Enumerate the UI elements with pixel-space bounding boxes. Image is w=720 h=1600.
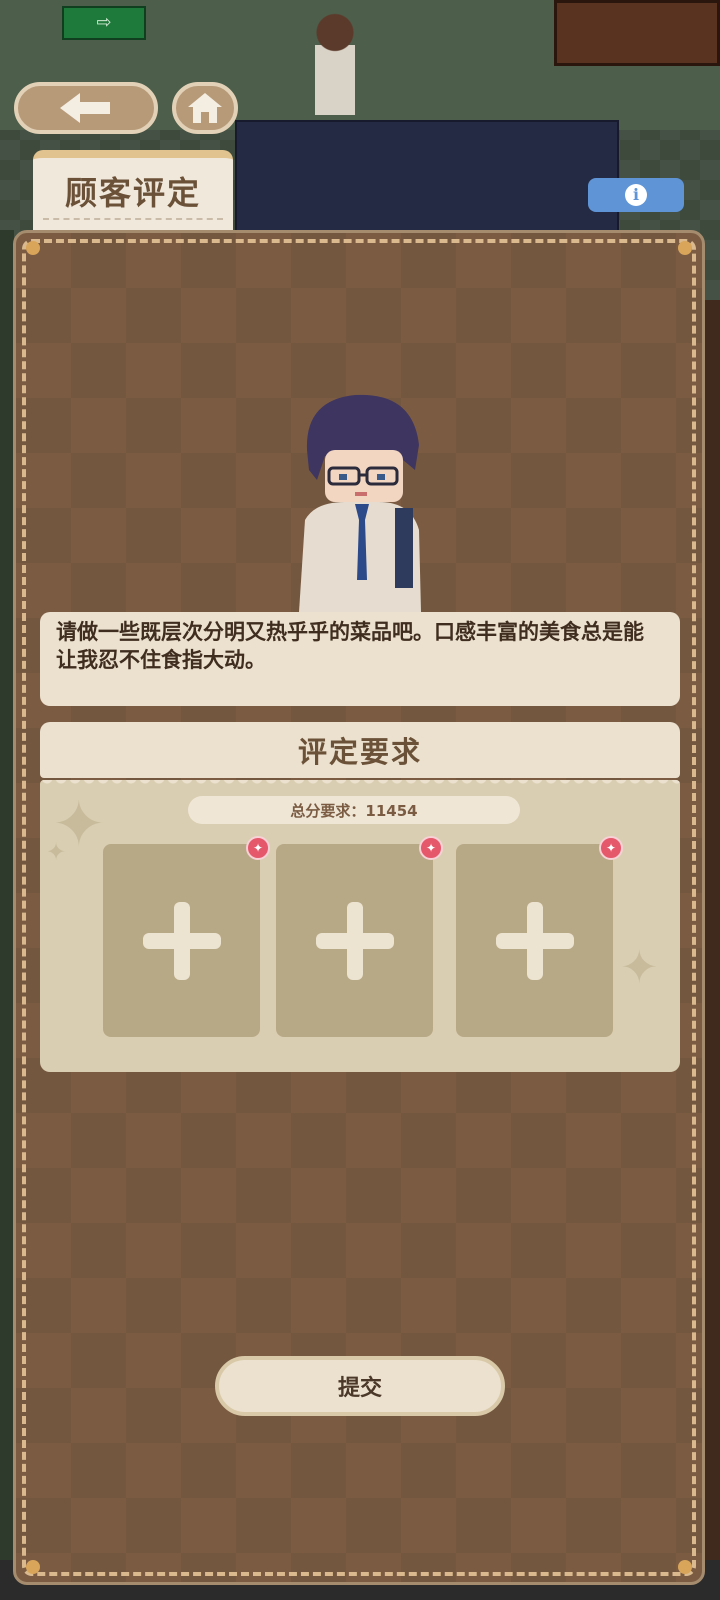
submit-button[interactable]: 提交: [215, 1356, 505, 1416]
info-icon: i: [625, 184, 647, 206]
customer-character-sprite: [299, 394, 421, 612]
corner-rivet: [26, 241, 40, 255]
sparkle-icon: ✦: [620, 940, 659, 994]
title-divider: [43, 218, 223, 220]
info-button[interactable]: i: [588, 178, 684, 212]
corner-rivet: [26, 1560, 40, 1574]
customer-dialogue: 请做一些既层次分明又热乎乎的菜品吧。口感丰富的美食总是能让我忍不住食指大动。: [40, 612, 680, 706]
dish-slot[interactable]: [456, 844, 613, 1037]
scene-rug: [235, 120, 619, 234]
scene-npc-sprite: [300, 0, 370, 130]
arrow-left-icon: [60, 93, 110, 123]
requirements-box: ✦ ✦ ✦ 总分要求：11454 ✦ ✦ ✦: [40, 780, 680, 1072]
scene-left-edge: [0, 230, 14, 1570]
dish-slot[interactable]: [103, 844, 260, 1037]
plus-icon: [142, 901, 221, 980]
corner-rivet: [678, 1560, 692, 1574]
score-requirement: 总分要求：11454: [188, 796, 520, 824]
requirements-heading: 评定要求: [40, 722, 680, 778]
sparkle-icon: ✦: [46, 838, 67, 866]
scene-cabinet: [554, 0, 720, 66]
back-button[interactable]: [14, 82, 158, 134]
dish-slot[interactable]: [276, 844, 433, 1037]
exit-sign-icon: ⇨: [62, 6, 146, 40]
scallop-edge: [40, 780, 680, 788]
slot-badge-icon: ✦: [246, 836, 270, 860]
home-icon: [188, 93, 222, 123]
page-title: 顾客评定: [64, 174, 201, 212]
title-tab: 顾客评定: [33, 150, 233, 232]
slot-badge-icon: ✦: [419, 836, 443, 860]
slot-badge-icon: ✦: [599, 836, 623, 860]
home-button[interactable]: [172, 82, 238, 134]
plus-icon: [495, 901, 574, 980]
corner-rivet: [678, 241, 692, 255]
plus-icon: [315, 901, 394, 980]
